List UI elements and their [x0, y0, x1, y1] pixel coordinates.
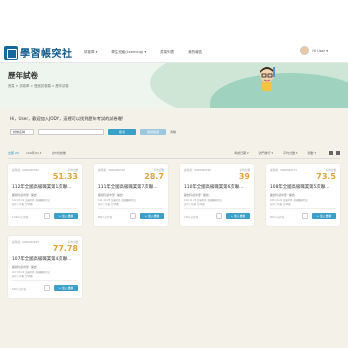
page: 學習帳突社 試卷庫 ▾ 學生班級(Learning) ▾ 書架列表 我的報告 H…	[0, 0, 348, 348]
card-divider	[270, 208, 336, 209]
exam-card[interactable]: 試卷號：0000000290 平均分數 39 110年全國高級職業第6次聯… 國…	[180, 164, 254, 226]
exam-subject: 國文科(高中部・國文)	[98, 194, 124, 197]
exam-title[interactable]: 108年全國高級職業第5次聯…	[270, 184, 338, 190]
sort-average[interactable]: 平均分數 ▾	[283, 151, 297, 155]
sort-questions[interactable]: 題數 ▾	[308, 151, 316, 155]
exam-id: 試卷號：0000000290	[184, 169, 211, 172]
search-input[interactable]	[38, 129, 104, 135]
average-score: 51.33	[52, 172, 78, 181]
logo-text: 學習帳突社	[20, 49, 73, 60]
nav-item-exam-bank[interactable]: 試卷庫 ▾	[84, 50, 97, 55]
user-name: Hi User ▾	[312, 48, 328, 53]
exam-subject: 國文科(高中部・國文)	[12, 194, 38, 197]
toolbar-divider	[8, 158, 340, 159]
exam-card[interactable]: 試卷號：0000000255 平均分數 77.78 107年全國高級職業第4次聯…	[8, 236, 82, 298]
greeting-text: Hi，User，歡迎加入JODY，這裡可以找到歷年考試的試卷喔!	[10, 116, 124, 121]
average-score: 28.7	[144, 172, 164, 181]
exam-id: 試卷號：0000000318	[98, 169, 125, 172]
exam-grade: 高中三年級 共40題	[270, 203, 291, 206]
logo-icon	[4, 45, 18, 60]
exam-id: 試卷號：0000000255	[12, 241, 39, 244]
average-score: 73.5	[316, 172, 336, 181]
exam-id: 試卷號：0000000342	[12, 169, 39, 172]
exam-title[interactable]: 111年全國高級職業第7次聯…	[98, 184, 166, 190]
exam-card[interactable]: 試卷號：0000000342 平均分數 51.33 112年全國高級職業第1次聯…	[8, 164, 82, 226]
avatar	[300, 46, 310, 55]
exam-card[interactable]: 試卷號：0000000271 平均分數 73.5 108年全國高級職業第5次聯……	[266, 164, 340, 226]
exam-subject: 國文科(高中部・國文)	[12, 266, 38, 269]
nav-item-learning[interactable]: 學生班級(Learning) ▾	[111, 50, 146, 55]
results-toolbar: 全部 (5) 109年(5) ▾ 共5份試卷 考試日期 ▾ 熱門排行 ▾ 平均分…	[8, 151, 340, 157]
average-score: 39	[238, 172, 250, 181]
favorite-icon[interactable]: ♡	[44, 285, 50, 291]
add-to-shelf-button[interactable]: + 加入書櫃	[312, 213, 336, 219]
favorite-icon[interactable]: ♡	[44, 213, 50, 219]
page-title: 歷年試卷	[8, 71, 38, 80]
list-view-icon[interactable]	[336, 151, 340, 155]
search-field-select[interactable]: 試卷名稱	[10, 129, 34, 135]
top-bar: 學習帳突社 試卷庫 ▾ 學生班級(Learning) ▾ 書架列表 我的報告 H…	[0, 0, 348, 62]
view-toggle	[329, 151, 340, 155]
add-to-shelf-button[interactable]: + 加入書櫃	[54, 213, 78, 219]
exam-grade: 高中三年級 共40題	[12, 275, 33, 278]
add-to-shelf-button[interactable]: + 加入書櫃	[226, 213, 250, 219]
sort-date[interactable]: 考試日期 ▾	[234, 151, 248, 155]
favorite-icon[interactable]: ♡	[130, 213, 136, 219]
sort-options: 考試日期 ▾ 熱門排行 ▾ 平均分數 ▾ 題數 ▾	[234, 151, 316, 155]
breadcrumb[interactable]: 首頁 > 試卷庫 > 歷屆試卷類 > 歷年試卷	[8, 83, 69, 88]
mascot-illustration	[260, 67, 275, 91]
taker-count: 852人已作答	[98, 216, 113, 219]
exam-id: 試卷號：0000000271	[270, 169, 297, 172]
exam-title[interactable]: 110年全國高級職業第6次聯…	[184, 184, 252, 190]
exam-title[interactable]: 107年全國高級職業第4次聯…	[12, 256, 80, 262]
search-button[interactable]: 搜尋	[108, 129, 136, 135]
favorite-icon[interactable]: ♡	[216, 213, 222, 219]
advanced-filter-button[interactable]: 進階篩選	[140, 129, 166, 135]
card-divider	[184, 208, 250, 209]
sort-popular[interactable]: 熱門排行 ▾	[259, 151, 273, 155]
exam-title[interactable]: 112年全國高級職業第1次聯…	[12, 184, 80, 190]
filter-year-select[interactable]: 109年(5) ▾	[26, 151, 41, 155]
taker-count: 1,002人已作答	[12, 216, 29, 219]
card-divider	[98, 208, 164, 209]
logo[interactable]: 學習帳突社	[4, 45, 73, 60]
exam-grade: 高中三年級 共40題	[12, 203, 33, 206]
hero-banner: 歷年試卷 首頁 > 試卷庫 > 歷屆試卷類 > 歷年試卷	[0, 63, 348, 108]
taker-count: 520人已作答	[12, 288, 27, 291]
nav-item-reports[interactable]: 我的報告	[188, 50, 202, 55]
filter-all-tab[interactable]: 全部 (5)	[8, 151, 19, 155]
exam-subject: 國文科(高中部・國文)	[270, 194, 296, 197]
card-divider	[12, 208, 78, 209]
nav-item-bookshelf[interactable]: 書架列表	[160, 50, 174, 55]
taker-count: 604人已作答	[270, 216, 285, 219]
exam-card[interactable]: 試卷號：0000000318 平均分數 28.7 111年全國高級職業第7次聯……	[94, 164, 168, 226]
card-divider	[12, 280, 78, 281]
grid-view-icon[interactable]	[329, 151, 333, 155]
exam-grade: 高中三年級 共40題	[184, 203, 205, 206]
exam-subject: 國文科(高中部・國文)	[184, 194, 210, 197]
user-menu[interactable]: Hi User ▾	[300, 46, 328, 55]
result-count: 共5份試卷	[52, 151, 66, 155]
results-area: 全部 (5) 109年(5) ▾ 共5份試卷 考試日期 ▾ 熱門排行 ▾ 平均分…	[0, 144, 348, 348]
favorite-icon[interactable]: ♡	[302, 213, 308, 219]
add-to-shelf-button[interactable]: + 加入書櫃	[54, 285, 78, 291]
taker-count: 716人已作答	[184, 216, 199, 219]
clear-button[interactable]: 清除	[170, 129, 176, 135]
search-panel: Hi，User，歡迎加入JODY，這裡可以找到歷年考試的試卷喔! 試卷名稱 搜尋…	[0, 108, 348, 144]
add-to-shelf-button[interactable]: + 加入書櫃	[140, 213, 164, 219]
average-score: 77.78	[52, 244, 78, 253]
exam-grade: 高中三年級 共40題	[98, 203, 119, 206]
main-nav: 試卷庫 ▾ 學生班級(Learning) ▾ 書架列表 我的報告	[84, 50, 202, 55]
